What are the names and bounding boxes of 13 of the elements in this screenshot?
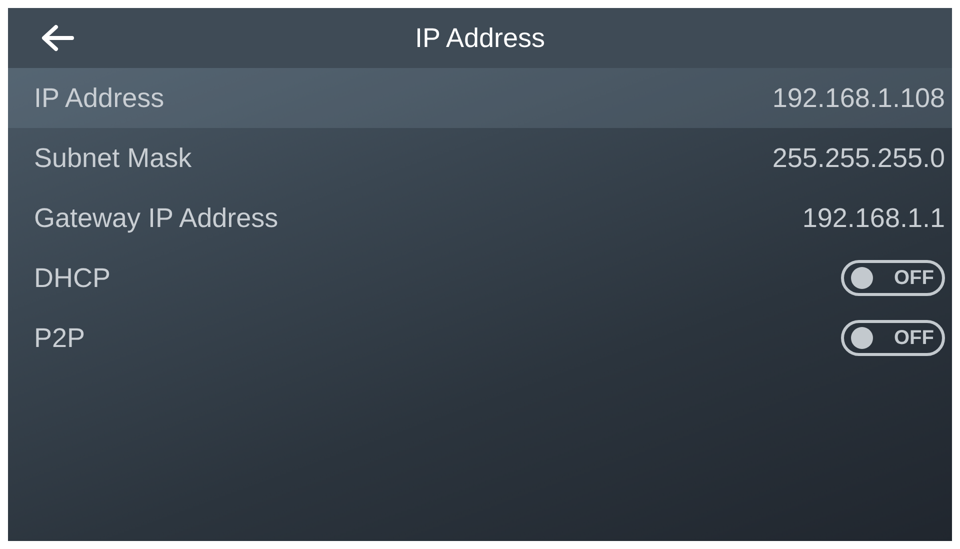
page-title: IP Address (414, 22, 546, 54)
toggle-switch[interactable]: OFF (841, 260, 945, 296)
setting-label[interactable]: IP Address (34, 82, 164, 114)
toggle-switch[interactable]: OFF (841, 320, 945, 356)
setting-label[interactable]: DHCP (34, 262, 111, 294)
setting-label[interactable]: Gateway IP Address (34, 202, 278, 234)
setting-label[interactable]: Subnet Mask (34, 142, 192, 174)
setting-label[interactable]: P2P (34, 322, 86, 354)
setting-value: 192.168.1.1 (802, 202, 945, 234)
settings-row-highlight[interactable]: IP Address 192.168.1.108 (8, 68, 952, 128)
setting-value: 255.255.255.0 (772, 142, 945, 174)
back-arrow-icon[interactable] (40, 24, 74, 52)
setting-value: 192.168.1.108 (772, 82, 945, 114)
